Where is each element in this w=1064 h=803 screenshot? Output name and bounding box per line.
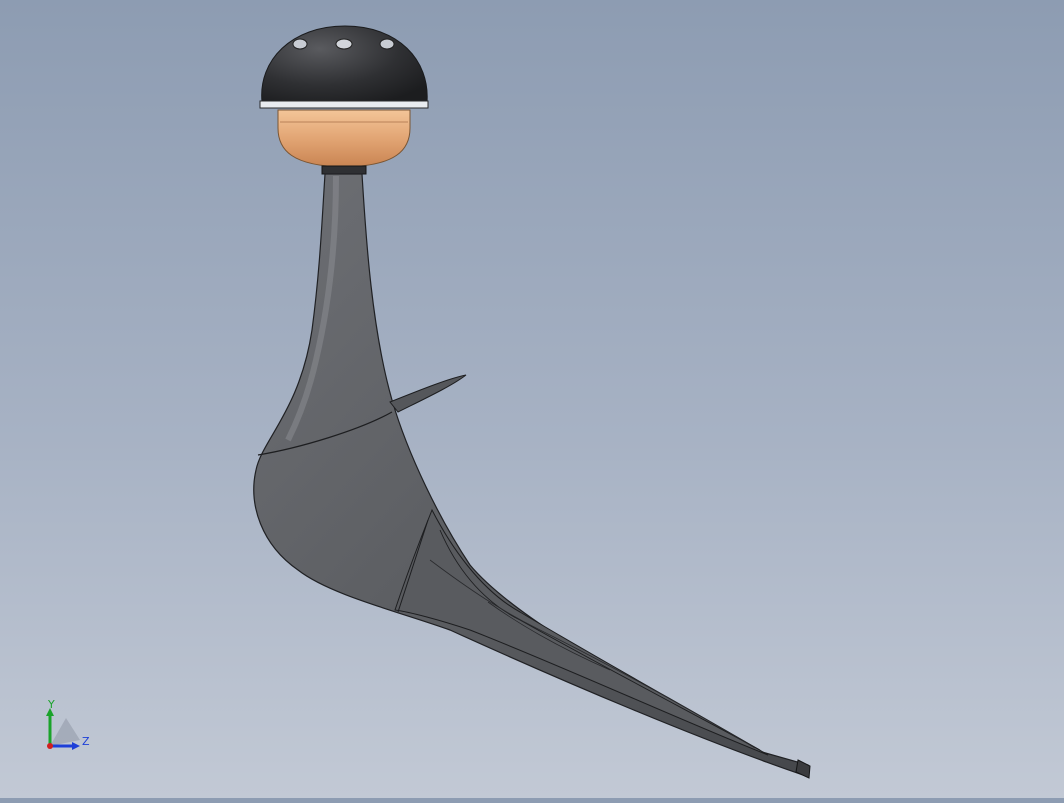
cap-hole-3 xyxy=(379,38,395,50)
triad-plane-shading xyxy=(50,718,80,746)
3d-viewport[interactable] xyxy=(0,0,1064,798)
z-axis-arrow-head xyxy=(72,742,80,750)
cap-hole-1 xyxy=(292,38,308,50)
cap-hole-2 xyxy=(335,38,353,50)
acetabular-cap[interactable] xyxy=(259,25,429,109)
x-axis-dot xyxy=(47,743,53,749)
cap-rim xyxy=(259,100,429,109)
femoral-stem[interactable] xyxy=(253,173,811,779)
liner-insert[interactable] xyxy=(277,109,411,168)
y-axis-label: Y xyxy=(47,698,55,711)
model-canvas[interactable] xyxy=(0,0,1064,798)
orientation-triad: Y Z xyxy=(40,698,100,758)
z-axis-label: Z xyxy=(82,735,90,748)
neck-collar xyxy=(321,165,367,175)
